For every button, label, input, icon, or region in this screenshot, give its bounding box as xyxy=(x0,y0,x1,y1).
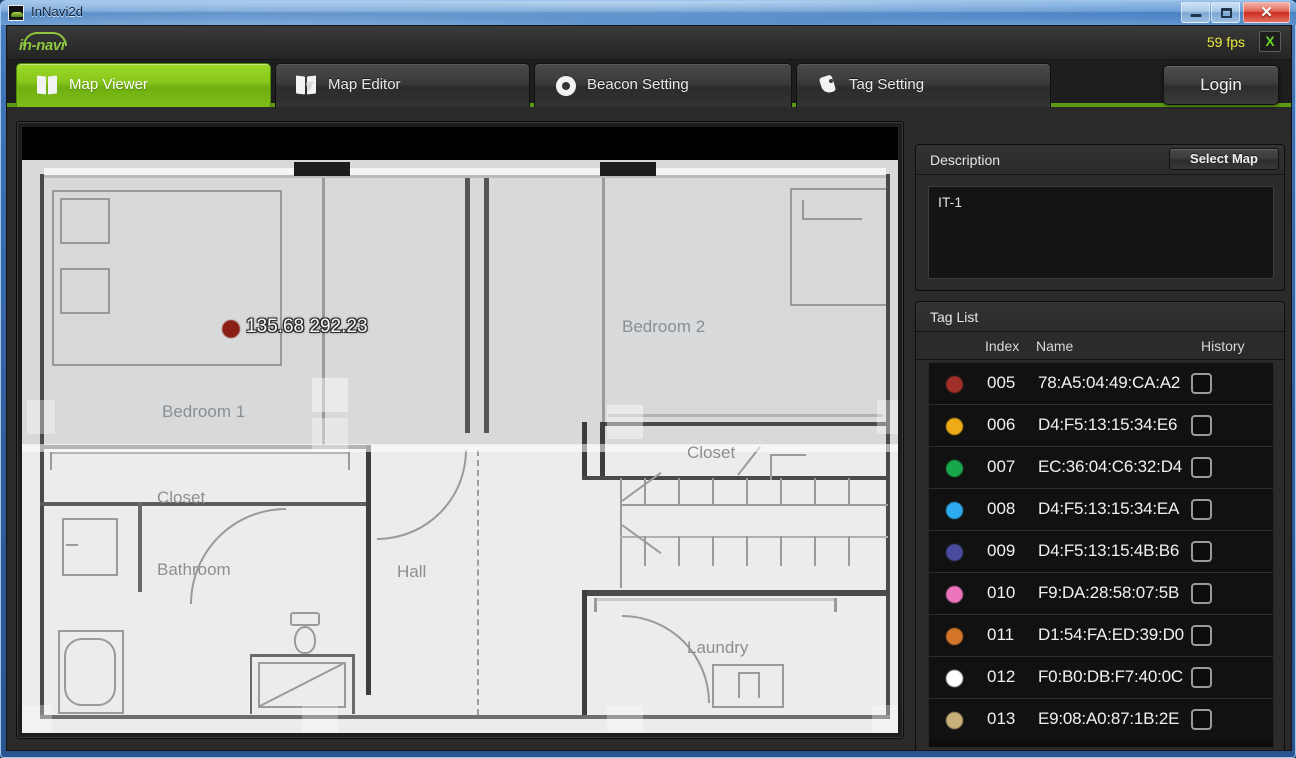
column-header-name: Name xyxy=(1036,338,1074,354)
table-row[interactable]: 013 E9:08:A0:87:1B:2E xyxy=(929,699,1273,741)
tag-color-dot xyxy=(946,460,963,477)
tag-list-column-headers: Index Name History xyxy=(916,333,1284,360)
tag-name: D4:F5:13:15:4B:B6 xyxy=(1038,541,1180,560)
room-label-hall: Hall xyxy=(397,562,427,581)
window-title: InNavi2d xyxy=(31,4,84,19)
column-header-index: Index xyxy=(985,338,1020,354)
brand-bar: in-navi 59 fps X xyxy=(7,26,1291,60)
tag-index: 007 xyxy=(987,457,1016,476)
tag-icon xyxy=(817,74,841,97)
tab-tag-setting-label: Tag Setting xyxy=(849,76,925,93)
tag-color-dot xyxy=(946,544,963,561)
tag-name: D4:F5:13:15:34:EA xyxy=(1038,499,1180,518)
map-icon xyxy=(37,75,61,97)
minimize-button[interactable] xyxy=(1181,2,1210,23)
tag-color-dot xyxy=(946,376,963,393)
map-canvas[interactable]: Bedroom 1 Bedroom 2 Closet Closet Bathro… xyxy=(22,127,898,733)
overlay-close-button[interactable]: X xyxy=(1259,31,1281,52)
close-button[interactable]: ✕ xyxy=(1243,2,1290,23)
tag-index: 005 xyxy=(987,373,1016,392)
tag-index: 009 xyxy=(987,541,1016,560)
map-marker-dot xyxy=(222,320,240,338)
app-icon xyxy=(8,5,24,21)
tag-list-panel-header: Tag List xyxy=(916,302,1284,332)
tag-name: D1:54:FA:ED:39:D0 xyxy=(1038,625,1184,644)
tag-index: 006 xyxy=(987,415,1016,434)
history-checkbox[interactable] xyxy=(1191,415,1212,436)
logo-text: in-navi xyxy=(19,37,65,54)
history-checkbox[interactable] xyxy=(1191,625,1212,646)
column-header-history: History xyxy=(1201,338,1245,354)
map-marker-coord: 135.68 292.23 xyxy=(246,316,368,337)
application-root: in-navi 59 fps X Map Viewer Map Editor B… xyxy=(6,25,1292,751)
select-map-button[interactable]: Select Map xyxy=(1169,148,1279,170)
maximize-button[interactable] xyxy=(1211,2,1240,23)
tag-color-dot xyxy=(946,670,963,687)
history-checkbox[interactable] xyxy=(1191,541,1212,562)
history-checkbox[interactable] xyxy=(1191,499,1212,520)
map-viewer-panel[interactable]: Bedroom 1 Bedroom 2 Closet Closet Bathro… xyxy=(16,121,904,739)
tag-index: 012 xyxy=(987,667,1016,686)
tag-index: 008 xyxy=(987,499,1016,518)
table-row[interactable]: 012 F0:B0:DB:F7:40:0C xyxy=(929,657,1273,699)
login-button[interactable]: Login xyxy=(1163,65,1279,105)
tag-color-dot xyxy=(946,712,963,729)
table-row[interactable]: 008 D4:F5:13:15:34:EA xyxy=(929,489,1273,531)
tab-map-editor[interactable]: Map Editor xyxy=(275,63,530,107)
room-label-bedroom-1: Bedroom 1 xyxy=(162,402,246,421)
history-checkbox[interactable] xyxy=(1191,709,1212,730)
tag-color-dot xyxy=(946,418,963,435)
fps-counter: 59 fps xyxy=(1206,34,1245,50)
room-label-closet-1: Closet xyxy=(157,488,206,507)
tag-list-title: Tag List xyxy=(930,309,979,325)
room-label-bathroom: Bathroom xyxy=(157,560,231,579)
table-row[interactable]: 005 78:A5:04:49:CA:A2 xyxy=(929,363,1273,405)
tag-index: 010 xyxy=(987,583,1016,602)
table-row[interactable]: 009 D4:F5:13:15:4B:B6 xyxy=(929,531,1273,573)
tag-color-dot xyxy=(946,502,963,519)
close-icon: ✕ xyxy=(1260,4,1273,21)
description-panel: Description Select Map IT-1 xyxy=(915,144,1285,291)
os-window: InNavi2d ✕ in-navi 59 fps X Map Viewer M… xyxy=(0,0,1296,758)
tag-index: 013 xyxy=(987,709,1016,728)
window-titlebar: InNavi2d ✕ xyxy=(1,1,1296,25)
table-row[interactable]: 011 D1:54:FA:ED:39:D0 xyxy=(929,615,1273,657)
history-checkbox[interactable] xyxy=(1191,583,1212,604)
history-checkbox[interactable] xyxy=(1191,457,1212,478)
tag-name: D4:F5:13:15:34:E6 xyxy=(1038,415,1178,434)
description-textarea[interactable]: IT-1 xyxy=(928,186,1274,279)
tag-list-panel: Tag List Index Name History 005 78:A5:04… xyxy=(915,301,1285,750)
tag-name: E9:08:A0:87:1B:2E xyxy=(1038,709,1180,728)
tag-color-dot xyxy=(946,586,963,603)
tag-index: 011 xyxy=(987,625,1015,644)
tab-beacon-setting-label: Beacon Setting xyxy=(587,76,689,93)
table-row[interactable]: 007 EC:36:04:C6:32:D4 xyxy=(929,447,1273,489)
tab-tag-setting[interactable]: Tag Setting xyxy=(796,63,1051,107)
tag-list-rows[interactable]: 005 78:A5:04:49:CA:A2 006 D4:F5:13:15:34… xyxy=(928,362,1274,748)
description-title: Description xyxy=(930,152,1001,168)
tab-map-viewer-label: Map Viewer xyxy=(69,76,148,93)
gear-icon xyxy=(554,74,579,98)
table-row[interactable]: 010 F9:DA:28:58:07:5B xyxy=(929,573,1273,615)
tag-name: F0:B0:DB:F7:40:0C xyxy=(1038,667,1183,686)
tab-map-editor-label: Map Editor xyxy=(328,76,401,93)
main-tab-bar: Map Viewer Map Editor Beacon Setting Tag… xyxy=(7,60,1291,107)
tag-color-dot xyxy=(946,628,963,645)
tag-name: EC:36:04:C6:32:D4 xyxy=(1038,457,1183,476)
room-label-bedroom-2: Bedroom 2 xyxy=(622,317,706,336)
table-row[interactable]: 006 D4:F5:13:15:34:E6 xyxy=(929,405,1273,447)
innavi-logo: in-navi xyxy=(19,32,81,54)
history-checkbox[interactable] xyxy=(1191,667,1212,688)
room-label-laundry: Laundry xyxy=(687,638,749,657)
room-label-closet-2: Closet xyxy=(687,443,736,462)
map-cursor-icon xyxy=(296,75,320,97)
history-checkbox[interactable] xyxy=(1191,373,1212,394)
tab-beacon-setting[interactable]: Beacon Setting xyxy=(534,63,792,107)
tag-name: 78:A5:04:49:CA:A2 xyxy=(1038,373,1181,392)
tab-map-viewer[interactable]: Map Viewer xyxy=(16,63,271,107)
description-panel-header: Description Select Map xyxy=(916,145,1284,175)
floorplan-drawing: Bedroom 1 Bedroom 2 Closet Closet Bathro… xyxy=(22,160,898,733)
tag-name: F9:DA:28:58:07:5B xyxy=(1038,583,1180,602)
